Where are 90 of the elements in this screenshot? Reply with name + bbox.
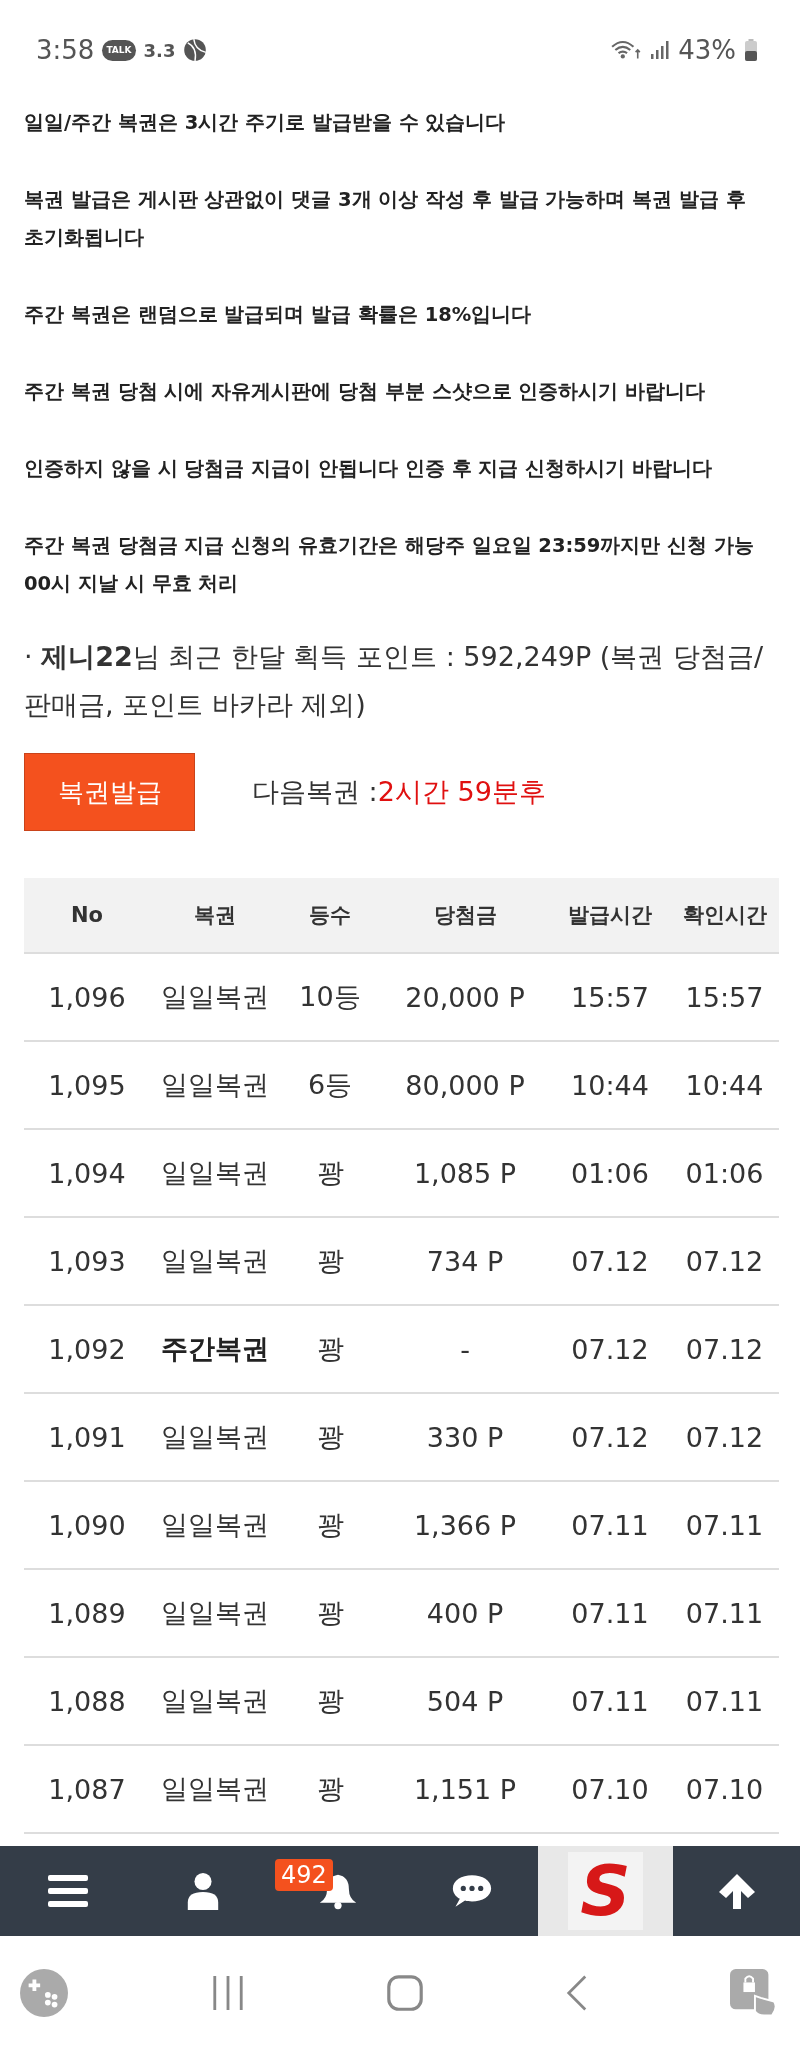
table-cell-text: 10등 [298,980,362,1014]
notification-badge: 492 [275,1859,333,1891]
column-header: 확인시간 [681,902,768,929]
table-cell-text: 1,090 [47,1509,127,1541]
column-header: 복권 [193,902,237,929]
table-cell-text: 주간복권 [160,1332,270,1366]
table-cell-text: 07.12 [684,1421,765,1453]
table-cell-text: 07.12 [684,1245,765,1277]
table-cell-text: 꽝 [315,1684,345,1718]
signal-icon [650,40,671,60]
table-cell-text: 330 P [425,1421,505,1453]
table-cell-text: 1,088 [47,1685,127,1717]
table-cell-text: 일일복권 [160,1684,270,1718]
table-cell-text: 20,000 P [404,981,526,1013]
ball-icon [183,38,208,62]
table-cell-text: 07.12 [570,1333,650,1365]
table-cell-text: 07.12 [570,1245,650,1277]
table-cell-text: 꽝 [315,1508,345,1542]
column-header: 당첨금 [432,902,498,929]
wifi-icon [610,39,643,61]
table-cell-text: 15:57 [684,981,765,1013]
table-cell-text: 1,096 [47,981,127,1013]
chat-notification-icon: TALK [102,39,136,61]
table-cell-text: 07.11 [570,1597,650,1629]
table-cell-text: 734 P [425,1245,505,1277]
table-cell-text: 01:06 [570,1157,650,1189]
table-cell-text: 1,093 [47,1245,127,1277]
table-cell-text: 07.10 [684,1773,765,1805]
table-cell-text: 6등 [306,1068,354,1102]
table-cell-text: 400 P [425,1597,505,1629]
table-cell-text: 07.12 [684,1333,765,1365]
column-header: 발급시간 [567,902,653,929]
table-cell-text: 15:57 [570,981,650,1013]
table-cell-text: 꽝 [315,1332,345,1366]
table-cell-text: 1,089 [47,1597,127,1629]
back-icon[interactable] [565,1974,588,2012]
table-cell-text: 일일복권 [160,1244,270,1278]
table-cell-text: 1,094 [47,1157,127,1189]
notice-text: 주간 복권은 랜덤으로 발급되며 발급 확률은 18%입니다 [24,302,533,328]
notice-text: 복권 발급은 게시판 상관없이 댓글 3개 이상 작성 후 발급 가능하며 복권 발급 후 초기화됩니다 [24,187,747,251]
table-cell-text: 10:44 [570,1069,650,1101]
table-cell-text: 일일복권 [160,1420,270,1454]
table-cell-text: 꽝 [315,1772,345,1806]
table-cell-text: 80,000 P [404,1069,526,1101]
table-cell-text: 01:06 [684,1157,765,1189]
table-cell-text: 10:44 [684,1069,765,1101]
table-cell-text: 일일복권 [160,1772,270,1806]
notification-text: 3.3 [143,39,176,61]
table-cell-text: 꽝 [315,1244,345,1278]
notice-text: 일일/주간 복권은 3시간 주기로 발급받을 수 있습니다 [24,110,507,136]
table-cell-text: 07.11 [570,1685,650,1717]
table-cell-text: 1,092 [47,1333,127,1365]
home-icon[interactable] [387,1975,423,2011]
table-cell-text: 꽝 [315,1420,345,1454]
table-cell-text: 꽝 [315,1596,345,1630]
table-cell-text: 일일복권 [160,1596,270,1630]
recent-apps-icon[interactable] [210,1974,245,2012]
table-cell-text: 1,366 P [412,1509,518,1541]
table-cell-text: 일일복권 [160,980,270,1014]
notice-text: 주간 복권 당첨 시에 자유게시판에 당첨 부분 스샷으로 인증하시기 바랍니다 [24,379,707,405]
battery-text: 43% [678,35,736,65]
table-cell-text: 일일복권 [160,1508,270,1542]
table-cell-text: 07.10 [570,1773,650,1805]
menu-icon[interactable] [47,1872,88,1910]
next-lottery-time: 2시간 59분후 [377,775,546,809]
next-lottery-label: 다음복권 : [252,775,378,809]
table-cell-text: 1,087 [47,1773,127,1805]
table-cell-text: 꽝 [315,1156,345,1190]
table-cell-text: 일일복권 [160,1156,270,1190]
table-cell-text: 07.12 [570,1421,650,1453]
table-cell-text: 07.11 [684,1685,765,1717]
table-cell-text: 1,095 [47,1069,127,1101]
notice-text: 인증하지 않을 시 당첨금 지급이 안됩니다 인증 후 지급 신청하시기 바랍니다 [24,456,713,482]
column-header: 등수 [308,902,352,929]
points-info-text: · 제니22님 최근 한달 획득 포인트 : 592,249P (복권 당첨금/판매금, 포인트 바카라 제외) [23,640,765,722]
column-header: No [70,903,104,927]
table-cell-text: 1,151 P [412,1773,518,1805]
table-cell-text: 1,091 [47,1421,127,1453]
notice-text: 주간 복권 당첨금 지급 신청의 유효기간은 해당주 일요일 23:59까지만 신청 가능 00시 지날 시 무효 처리 [24,533,755,597]
status-time: 3:58 [36,35,95,65]
issue-lottery-button[interactable]: 복권발급 [24,753,195,831]
table-cell-text: 07.11 [684,1597,765,1629]
table-cell-text: 504 P [425,1685,505,1717]
table-cell-text: 07.11 [684,1509,765,1541]
table-cell-text: - [459,1333,471,1365]
battery-icon [744,39,758,61]
table-cell-text: 1,085 P [412,1157,518,1189]
site-logo[interactable]: S [568,1852,643,1930]
table-cell-text: 일일복권 [160,1068,270,1102]
table-cell-text: 07.11 [570,1509,650,1541]
